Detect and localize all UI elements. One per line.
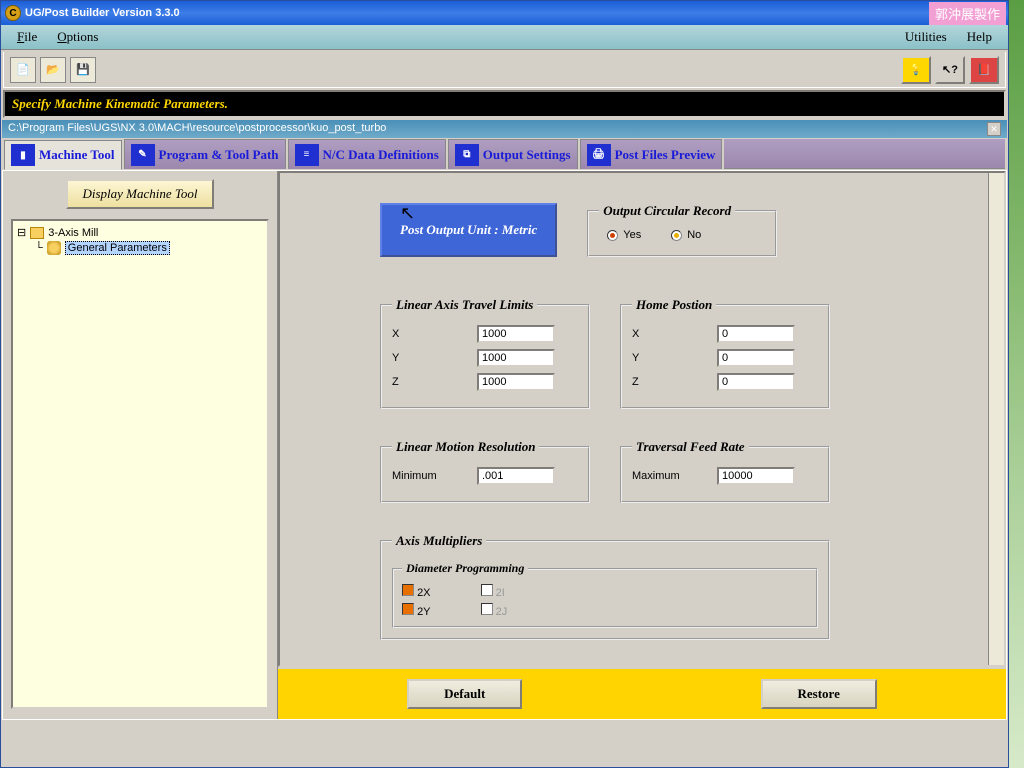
menu-file[interactable]: File [7,26,47,48]
input-limit-y[interactable] [477,349,555,367]
tab-nc-data[interactable]: ≡ N/C Data Definitions [288,139,446,169]
check-2j: 2J [481,603,508,618]
status-text: Specify Machine Kinematic Parameters. [9,95,689,113]
menu-options[interactable]: Options [47,26,108,48]
right-panel: ↖ Post Output Unit : Metric Output Circu… [278,171,1006,719]
bottom-bar: Default Restore [278,667,1006,719]
cursor-icon: ↖ [400,203,415,224]
radio-icon [671,230,682,241]
check-2i: 2I [481,584,505,599]
checkbox-icon [402,603,414,615]
file-path: C:\Program Files\UGS\NX 3.0\MACH\resourc… [8,122,386,136]
input-home-z[interactable] [717,373,795,391]
group-feed-rate: Traversal Feed Rate Maximum [620,439,830,503]
tab-post-preview[interactable]: 🖨 Post Files Preview [580,139,723,169]
scrollbar-vertical[interactable] [988,173,1004,665]
path-bar: C:\Program Files\UGS\NX 3.0\MACH\resourc… [2,120,1007,138]
group-home-position: Home Postion X Y Z [620,297,830,409]
default-button[interactable]: Default [407,679,522,709]
tab-program-tool-path[interactable]: ✎ Program & Tool Path [124,139,286,169]
preview-icon: 🖨 [587,144,611,166]
checkbox-icon [481,603,493,615]
content-area: Display Machine Tool ⊟ 3-Axis Mill └ Gen… [2,170,1007,720]
check-2y[interactable]: 2Y [402,603,431,618]
output-icon: ⧉ [455,144,479,166]
new-button[interactable]: 📄 [10,57,36,83]
input-feed-max[interactable] [717,467,795,485]
restore-button[interactable]: Restore [761,679,877,709]
tab-output-settings[interactable]: ⧉ Output Settings [448,139,578,169]
tree-view[interactable]: ⊟ 3-Axis Mill └ General Parameters [11,219,269,709]
form-area: ↖ Post Output Unit : Metric Output Circu… [278,171,1006,667]
display-machine-button[interactable]: Display Machine Tool [66,179,213,209]
tab-strip: ▮ Machine Tool ✎ Program & Tool Path ≡ N… [2,139,1007,169]
folder-icon [30,227,44,239]
tab-machine-tool[interactable]: ▮ Machine Tool [4,140,122,170]
input-limit-x[interactable] [477,325,555,343]
group-resolution: Linear Motion Resolution Minimum [380,439,590,503]
radio-icon [607,230,618,241]
input-home-y[interactable] [717,349,795,367]
status-bar: Specify Machine Kinematic Parameters. [3,90,1006,118]
group-diameter-programming: Diameter Programming 2X 2I 2Y 2J [392,561,818,628]
menu-utilities[interactable]: Utilities [895,26,957,48]
machine-icon: ▮ [11,144,35,166]
input-limit-z[interactable] [477,373,555,391]
author-badge: 郭沖展製作 [929,2,1006,25]
titlebar[interactable]: C UG/Post Builder Version 3.3.0 [1,1,1008,25]
nc-icon: ≡ [295,144,319,166]
app-icon: C [5,5,21,21]
toolbar: 📄 📂 💾 💡 ↖? 📕 [3,52,1006,88]
menubar: File Options Utilities Help [1,25,1008,50]
input-resolution-min[interactable] [477,467,555,485]
group-circular-record: Output Circular Record Yes No [587,203,777,257]
gear-icon [47,241,61,255]
tree-item-general[interactable]: └ General Parameters [35,240,263,256]
main-window: C UG/Post Builder Version 3.3.0 郭沖展製作 Fi… [0,0,1009,768]
context-help-icon[interactable]: ↖? [935,56,965,84]
manual-icon[interactable]: 📕 [969,56,999,84]
radio-yes[interactable]: Yes [607,229,641,241]
group-linear-limits: Linear Axis Travel Limits X Y Z [380,297,590,409]
program-icon: ✎ [131,144,155,166]
checkbox-icon [402,584,414,596]
close-icon[interactable]: ✕ [987,122,1001,136]
input-home-x[interactable] [717,325,795,343]
check-2x[interactable]: 2X [402,584,431,599]
radio-no[interactable]: No [671,229,701,241]
group-axis-multipliers: Axis Multipliers Diameter Programming 2X… [380,533,830,640]
menu-help[interactable]: Help [957,26,1002,48]
tree-root[interactable]: ⊟ 3-Axis Mill [17,225,263,240]
save-button[interactable]: 💾 [70,57,96,83]
open-button[interactable]: 📂 [40,57,66,83]
balloon-help-icon[interactable]: 💡 [901,56,931,84]
window-title: UG/Post Builder Version 3.3.0 [25,7,180,19]
checkbox-icon [481,584,493,596]
left-panel: Display Machine Tool ⊟ 3-Axis Mill └ Gen… [3,171,278,719]
